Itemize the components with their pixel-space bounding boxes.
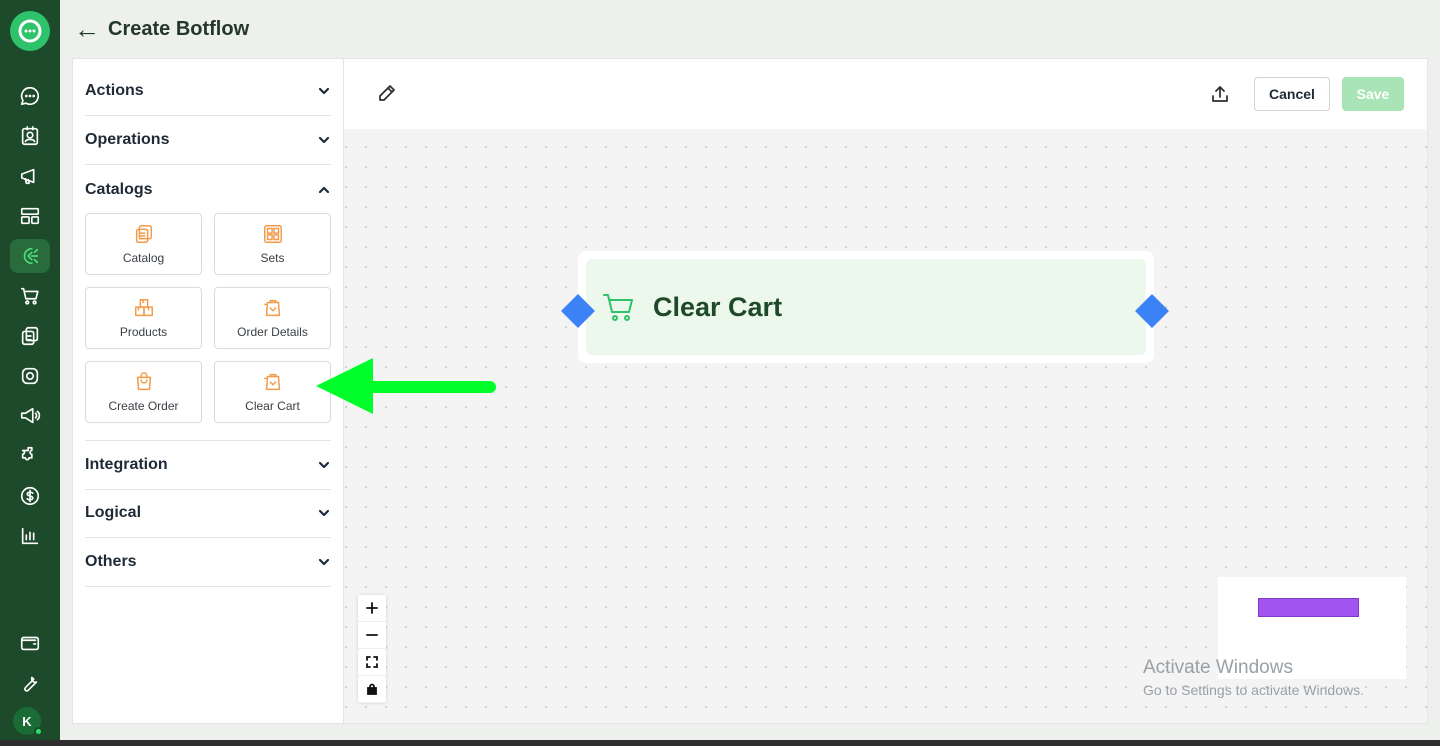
minimap-node	[1258, 598, 1359, 617]
tile-create-order[interactable]: Create Order	[85, 361, 202, 423]
windows-activation-watermark: Activate Windows Go to Settings to activ…	[1143, 657, 1364, 698]
section-label: Logical	[85, 504, 142, 521]
wallet-nav-icon[interactable]	[10, 626, 50, 660]
minus-icon	[366, 634, 378, 636]
watermark-subtitle: Go to Settings to activate Windows.	[1143, 682, 1364, 698]
online-status-dot	[34, 727, 43, 736]
lock-button[interactable]	[358, 676, 386, 703]
tile-sets[interactable]: Sets	[214, 213, 331, 275]
fit-view-icon	[366, 656, 378, 668]
chevron-down-icon	[318, 509, 330, 517]
campaign-nav-icon[interactable]	[10, 399, 50, 433]
tile-catalog[interactable]: Catalog	[85, 213, 202, 275]
botflow-editor: Actions Operations Catalogs Catalog Sets…	[72, 58, 1428, 724]
avatar-initial: K	[22, 713, 32, 729]
payments-nav-icon[interactable]	[10, 479, 50, 513]
edit-name-button[interactable]	[377, 83, 397, 103]
node-palette: Actions Operations Catalogs Catalog Sets…	[73, 59, 344, 723]
cancel-button[interactable]: Cancel	[1254, 77, 1330, 111]
user-avatar[interactable]: K	[13, 707, 43, 736]
clear-cart-icon	[263, 373, 280, 391]
chevron-down-icon	[318, 136, 330, 144]
section-operations[interactable]: Operations	[85, 116, 331, 165]
products-icon	[134, 299, 153, 317]
section-label: Operations	[85, 131, 170, 148]
sets-icon	[263, 225, 282, 243]
save-button[interactable]: Save	[1342, 77, 1404, 111]
watermark-title: Activate Windows	[1143, 657, 1293, 678]
lock-icon	[367, 683, 377, 695]
nav-rail: K	[0, 0, 60, 746]
export-button[interactable]	[1210, 84, 1230, 104]
catalog-nav-icon[interactable]	[10, 319, 50, 353]
catalog-icon	[135, 225, 152, 243]
chevron-down-icon	[318, 461, 330, 469]
tile-label: Clear Cart	[245, 399, 300, 413]
section-label: Integration	[85, 456, 168, 473]
section-actions[interactable]: Actions	[85, 67, 331, 116]
create-order-icon	[136, 372, 151, 391]
taskbar-strip	[0, 740, 1440, 746]
fit-view-button[interactable]	[358, 649, 386, 676]
broadcast-nav-icon[interactable]	[10, 159, 50, 193]
cart-icon	[603, 294, 633, 321]
botflow-nav-icon[interactable]	[10, 239, 50, 273]
cart-nav-icon[interactable]	[10, 279, 50, 313]
section-label: Catalogs	[85, 180, 153, 198]
logo-icon	[18, 19, 42, 43]
node-body: Clear Cart	[586, 259, 1146, 355]
zoom-in-button[interactable]	[358, 595, 386, 622]
tile-products[interactable]: Products	[85, 287, 202, 349]
flow-node-clear-cart[interactable]: Clear Cart	[578, 251, 1154, 363]
section-label: Actions	[85, 82, 144, 99]
templates-nav-icon[interactable]	[10, 199, 50, 233]
tile-order-details[interactable]: Order Details	[214, 287, 331, 349]
app-logo[interactable]	[10, 11, 50, 51]
section-integration[interactable]: Integration	[85, 440, 331, 490]
section-logical[interactable]: Logical	[85, 489, 331, 538]
tile-label: Catalog	[122, 251, 165, 265]
annotation-arrow-icon	[316, 358, 496, 414]
integrations-nav-icon[interactable]	[10, 439, 50, 473]
zoom-controls	[358, 595, 386, 703]
chevron-down-icon	[318, 87, 330, 95]
chevron-down-icon	[318, 558, 330, 566]
section-catalogs[interactable]: Catalogs	[85, 165, 331, 214]
section-label: Others	[85, 553, 137, 570]
plus-icon	[366, 602, 378, 614]
zoom-out-button[interactable]	[358, 622, 386, 649]
page-header: ← Create Botflow	[60, 0, 1440, 58]
upload-icon	[1212, 86, 1228, 102]
order-details-icon	[263, 299, 280, 317]
tile-label: Create Order	[108, 399, 179, 413]
analytics-nav-icon[interactable]	[10, 519, 50, 553]
page-title: Create Botflow	[108, 17, 250, 40]
tile-label: Products	[119, 325, 168, 339]
tile-label: Order Details	[237, 325, 308, 339]
back-arrow-icon[interactable]: ←	[74, 16, 100, 42]
chat-nav-icon[interactable]	[10, 79, 50, 113]
flow-canvas[interactable]: Clear Cart	[344, 129, 1427, 723]
section-others[interactable]: Others	[85, 538, 331, 587]
tile-label: Sets	[260, 251, 285, 265]
pencil-icon	[379, 85, 395, 101]
contacts-nav-icon[interactable]	[10, 119, 50, 153]
canvas-toolbar: Cancel Save	[344, 59, 1427, 129]
node-title: Clear Cart	[653, 291, 783, 322]
chevron-up-icon	[318, 186, 330, 193]
settings-nav-icon[interactable]	[10, 666, 50, 700]
instagram-nav-icon[interactable]	[10, 359, 50, 393]
